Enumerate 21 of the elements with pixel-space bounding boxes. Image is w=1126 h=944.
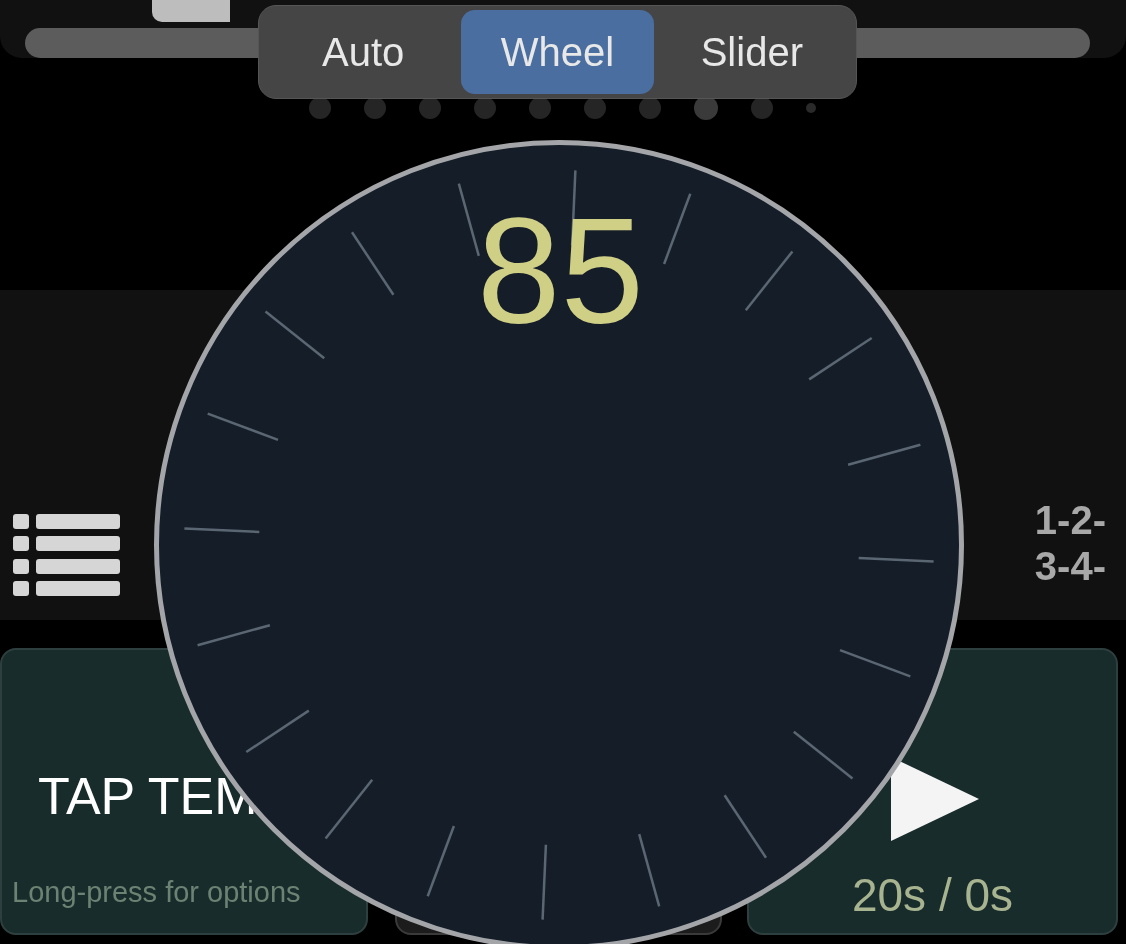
tick-mark xyxy=(207,412,279,442)
mode-tab[interactable]: Slider xyxy=(655,10,848,94)
tempo-value: 85 xyxy=(477,215,644,328)
tick-mark xyxy=(793,730,854,780)
tick-mark xyxy=(350,231,395,296)
tick-mark xyxy=(245,709,310,754)
tick-mark xyxy=(426,825,456,897)
mode-tab[interactable]: Wheel xyxy=(461,10,654,94)
tick-mark xyxy=(264,310,325,360)
beat-pattern-text: 1-2- xyxy=(1034,500,1106,540)
slider-track-segment[interactable] xyxy=(857,28,1090,58)
tick-mark xyxy=(723,794,768,859)
tick-mark xyxy=(324,779,374,840)
tick-mark xyxy=(808,336,873,381)
slider-track-segment[interactable] xyxy=(25,28,258,58)
tick-mark xyxy=(839,648,911,678)
tick-mark xyxy=(662,193,692,265)
mode-tab[interactable]: Auto xyxy=(267,10,460,94)
tick-mark xyxy=(744,250,794,311)
beat-pattern-text: 3-4- xyxy=(1034,546,1106,586)
list-icon[interactable] xyxy=(12,513,120,598)
